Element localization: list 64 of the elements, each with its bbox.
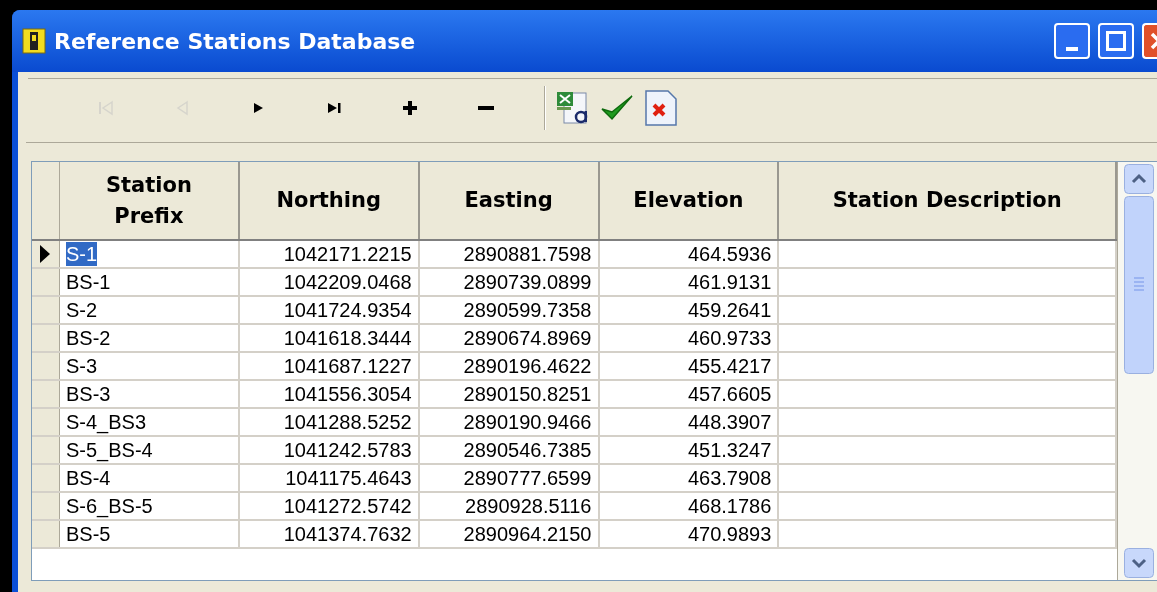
table-cell: 2890881.7598: [463, 242, 592, 266]
scroll-thumb-icon: [1124, 196, 1154, 374]
table-cell: S-5_BS-4: [65, 438, 153, 462]
table-cell: 2890150.8251: [463, 382, 592, 406]
table-cell: 1041724.9354: [283, 298, 412, 322]
minimize-button[interactable]: [1054, 23, 1090, 59]
table-cell: 1041242.5783: [283, 438, 412, 462]
table-cell: BS-5: [65, 522, 111, 546]
table-cell: 1042171.2215: [283, 242, 412, 266]
table-cell: S-4_BS3: [65, 410, 147, 434]
table-cell: 2890928.5116: [465, 494, 592, 518]
scroll-up-icon: [1124, 164, 1154, 194]
table-cell: 468.1786: [687, 494, 772, 518]
column-header[interactable]: Northing: [239, 162, 420, 239]
table-cell: 459.2641: [687, 298, 772, 322]
table-cell: BS-4: [65, 466, 111, 490]
table-cell: 463.7908: [687, 466, 772, 490]
column-header[interactable]: Elevation: [599, 162, 780, 239]
table-cell: BS-1: [65, 270, 111, 294]
scroll-down-icon: [1124, 548, 1154, 578]
table-cell: 2890674.8969: [463, 326, 592, 350]
table-cell: 460.9733: [687, 326, 772, 350]
table-cell: 1041687.1227: [283, 354, 412, 378]
table-cell: BS-2: [65, 326, 111, 350]
table-cell: 2890599.7358: [463, 298, 592, 322]
table-cell: 1041618.3444: [283, 326, 412, 350]
table-cell: 2890739.0899: [463, 270, 592, 294]
vertical-scrollbar[interactable]: [1118, 162, 1157, 580]
window-title: Reference Stations Database: [54, 27, 417, 56]
table-cell: 451.3247: [687, 438, 772, 462]
table-cell: S-1: [65, 242, 98, 266]
table-cell: 2890196.4622: [463, 354, 592, 378]
table-cell: S-6_BS-5: [65, 494, 153, 518]
maximize-button[interactable]: [1098, 23, 1134, 59]
table-cell: 1041556.3054: [283, 382, 412, 406]
cancel-document-icon: [642, 89, 680, 127]
minimize-icon: [1066, 47, 1078, 51]
row-selector[interactable]: [32, 241, 60, 267]
table-cell: 470.9893: [687, 522, 772, 546]
table-cell: S-3: [65, 354, 98, 378]
table-cell: S-2: [65, 298, 98, 322]
column-header[interactable]: Station Prefix: [59, 162, 240, 239]
table-cell: 464.5936: [687, 242, 772, 266]
table-cell: 2890190.9466: [463, 410, 592, 434]
table-cell: 455.4217: [687, 354, 772, 378]
last-record-icon: [325, 100, 343, 116]
next-record-icon: [251, 100, 265, 116]
table-cell: 1041272.5742: [283, 494, 412, 518]
table-cell: 461.9131: [687, 270, 772, 294]
table-cell: 1041175.4643: [285, 466, 412, 490]
table-cell: 448.3907: [687, 410, 772, 434]
column-header[interactable]: Easting: [419, 162, 600, 239]
app-icon: [22, 28, 46, 54]
maximize-icon: [1106, 31, 1126, 51]
table-cell: 2890777.6599: [463, 466, 592, 490]
plus-icon: [402, 100, 418, 116]
table-cell: BS-3: [65, 382, 111, 406]
table-cell: 1041288.5252: [283, 410, 412, 434]
table-cell: 2890546.7385: [463, 438, 592, 462]
table-cell: 1042209.0468: [283, 270, 412, 294]
table-cell: 1041374.7632: [283, 522, 412, 546]
table-cell: 2890964.2150: [463, 522, 592, 546]
table-cell: 457.6605: [687, 382, 772, 406]
current-row-icon: [40, 245, 51, 263]
